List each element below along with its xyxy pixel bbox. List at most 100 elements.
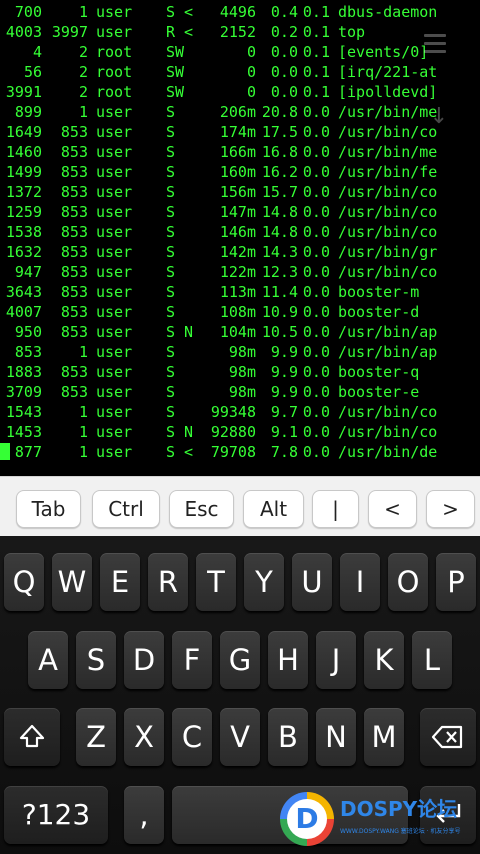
process-user: user [96, 203, 133, 221]
process-pid: 950 [14, 323, 42, 341]
process-user: user [96, 123, 133, 141]
process-stat: S < [166, 3, 194, 21]
process-user: user [96, 383, 133, 401]
arrow-down-icon[interactable]: ↓ [426, 104, 452, 130]
process-ppid: 853 [60, 223, 88, 241]
symbols-key[interactable]: ?123 [4, 786, 108, 844]
key-d[interactable]: D [124, 631, 164, 689]
key-c[interactable]: C [172, 708, 212, 766]
key-s[interactable]: S [76, 631, 116, 689]
process-cmd: /usr/bin/de [338, 443, 438, 461]
key-l[interactable]: L [412, 631, 452, 689]
key-g[interactable]: G [220, 631, 260, 689]
process-ppid: 853 [60, 163, 88, 181]
process-cpu: 0.0 [302, 163, 330, 181]
process-ppid: 2 [78, 43, 88, 61]
process-cmd: booster-d [338, 303, 420, 321]
ctrl-key[interactable]: Ctrl [92, 490, 160, 528]
watermark-brand: DOSPY论坛 [340, 797, 458, 821]
shift-key[interactable] [4, 708, 60, 766]
key-u[interactable]: U [292, 553, 332, 611]
key-m[interactable]: M [364, 708, 404, 766]
process-cpu: 0.0 [302, 143, 330, 161]
key-n[interactable]: N [316, 708, 356, 766]
process-cmd: /usr/bin/co [338, 203, 438, 221]
key-i[interactable]: I [340, 553, 380, 611]
process-vsz: 113m [219, 283, 256, 301]
key-p[interactable]: P [436, 553, 476, 611]
key-r[interactable]: R [148, 553, 188, 611]
process-cpu: 0.0 [302, 263, 330, 281]
backspace-key[interactable] [420, 708, 476, 766]
process-vsz: 0 [246, 83, 256, 101]
process-mem: 9.9 [270, 363, 298, 381]
process-vsz: 104m [219, 323, 256, 341]
greater-than-key[interactable]: > [426, 490, 475, 528]
key-y[interactable]: Y [244, 553, 284, 611]
key-k[interactable]: K [364, 631, 404, 689]
terminal-line: 1453 1 user S N 92880 9.1 0.0/usr/bin/co [0, 422, 480, 442]
process-vsz: 2152 [219, 23, 256, 41]
process-mem: 0.2 [270, 23, 298, 41]
process-cmd: [events/0] [338, 43, 429, 61]
comma-key[interactable]: , [124, 786, 164, 844]
process-pid: 4007 [5, 303, 42, 321]
process-pid: 56 [23, 63, 42, 81]
esc-key[interactable]: Esc [169, 490, 234, 528]
terminal-output[interactable]: 700 1 user S <4496 0.4 0.1 dbus-daemon 4003 3997… [0, 0, 480, 476]
process-pid: 1259 [5, 203, 42, 221]
process-ppid: 853 [60, 263, 88, 281]
process-cpu: 0.0 [302, 363, 330, 381]
key-t[interactable]: T [196, 553, 236, 611]
pipe-key[interactable]: | [312, 490, 359, 528]
process-stat: S [166, 123, 176, 141]
less-than-key[interactable]: < [368, 490, 417, 528]
process-mem: 20.8 [261, 103, 298, 121]
key-a[interactable]: A [28, 631, 68, 689]
key-f[interactable]: F [172, 631, 212, 689]
process-vsz: 147m [219, 203, 256, 221]
terminal-line: 4007 853 user S 108m 10.9 0.0 booster-d [0, 302, 480, 322]
terminal-line: 1372 853 user S 156m 15.7 0.0/usr/bin/co [0, 182, 480, 202]
key-q[interactable]: Q [4, 553, 44, 611]
key-z[interactable]: Z [76, 708, 116, 766]
process-cpu: 0.0 [302, 423, 330, 441]
process-vsz: 146m [219, 223, 256, 241]
process-cpu: 0.0 [302, 323, 330, 341]
terminal-line: 3991 2 root SW 0 0.0 0.1 [ipolldevd] [0, 82, 480, 102]
process-ppid: 853 [60, 123, 88, 141]
alt-key[interactable]: Alt [243, 490, 304, 528]
process-ppid: 853 [60, 363, 88, 381]
key-x[interactable]: X [124, 708, 164, 766]
process-stat: S N [166, 423, 194, 441]
process-cpu: 0.0 [302, 403, 330, 421]
process-pid: 3643 [5, 283, 42, 301]
key-w[interactable]: W [52, 553, 92, 611]
process-cmd: /usr/bin/co [338, 423, 438, 441]
tab-key[interactable]: Tab [16, 490, 81, 528]
key-b[interactable]: B [268, 708, 308, 766]
process-pid: 1883 [5, 363, 42, 381]
terminal-line: 1649 853 user S 174m 17.5 0.0/usr/bin/co [0, 122, 480, 142]
process-cmd: /usr/bin/co [338, 403, 438, 421]
process-pid: 1632 [5, 243, 42, 261]
process-user: user [96, 103, 133, 121]
process-ppid: 853 [60, 183, 88, 201]
terminal-line: 3643 853 user S 113m 11.4 0.0 booster-m [0, 282, 480, 302]
process-user: user [96, 323, 133, 341]
backspace-icon [431, 725, 463, 749]
key-e[interactable]: E [100, 553, 140, 611]
key-h[interactable]: H [268, 631, 308, 689]
menu-icon[interactable] [424, 34, 446, 56]
key-v[interactable]: V [220, 708, 260, 766]
key-j[interactable]: J [316, 631, 356, 689]
terminal-cursor [0, 443, 10, 460]
process-pid: 947 [14, 263, 42, 281]
process-user: user [96, 163, 133, 181]
watermark: D DOSPY论坛 WWW.DOSPY.WANG 塞班论坛 · 机友分享号 [280, 790, 480, 854]
terminal-line: 4 2 root SW 0 0.0 0.1 [events/0] [0, 42, 480, 62]
key-o[interactable]: O [388, 553, 428, 611]
dospy-logo: D [280, 792, 334, 846]
process-ppid: 853 [60, 243, 88, 261]
process-cmd: /usr/bin/co [338, 263, 438, 281]
